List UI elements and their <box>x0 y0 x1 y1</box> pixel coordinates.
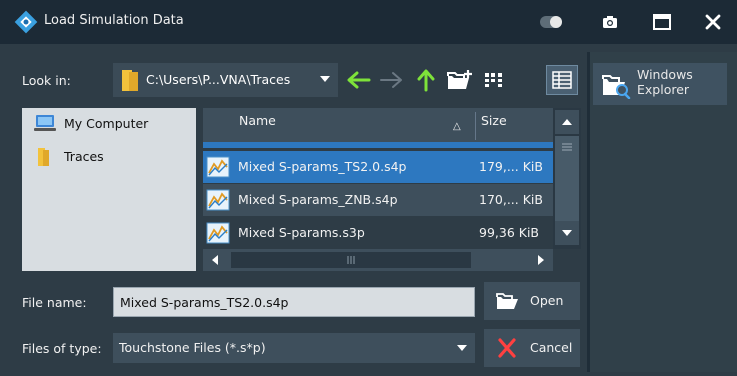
new-folder-button[interactable] <box>444 65 476 95</box>
load-simulation-data-dialog: Load Simulation Data Look in: C:\Users\P… <box>0 0 737 376</box>
file-row[interactable]: Mixed S-params_TS2.0.s4p 179,... KiB <box>203 151 553 183</box>
windows-explorer-button[interactable]: Windows Explorer <box>593 63 727 105</box>
vertical-scrollbar[interactable] <box>553 108 581 249</box>
grip-icon <box>347 256 355 264</box>
scroll-thumb[interactable] <box>555 136 579 228</box>
forward-button[interactable] <box>376 65 408 95</box>
file-name-field[interactable] <box>113 287 475 317</box>
scroll-down-button[interactable] <box>555 221 579 245</box>
column-header-name[interactable]: Name <box>239 113 276 128</box>
file-name-input[interactable] <box>114 288 474 316</box>
arrow-up-icon <box>417 69 435 92</box>
caret-up-icon <box>562 119 572 125</box>
cancel-button[interactable]: Cancel <box>484 329 580 367</box>
up-folder-button[interactable] <box>410 65 442 95</box>
horizontal-scroll-thumb[interactable] <box>231 252 471 268</box>
folder-tree: My Computer Traces <box>22 108 196 271</box>
window-title: Load Simulation Data <box>44 13 184 28</box>
file-name: Mixed S-params.s3p <box>238 225 365 240</box>
list-view-button[interactable] <box>478 65 510 95</box>
file-name: Mixed S-params_TS2.0.s4p <box>238 159 407 174</box>
explorer-label-line1: Windows <box>637 67 693 82</box>
maximize-icon[interactable] <box>648 8 676 36</box>
toggle-switch[interactable] <box>538 8 566 36</box>
scroll-corner <box>553 249 581 271</box>
files-of-type-select[interactable]: Touchstone Files (*.s*p) <box>113 333 475 363</box>
files-of-type-label: Files of type: <box>22 341 102 356</box>
look-in-path-text: C:\Users\P...VNA\Traces <box>146 72 291 87</box>
sort-ascending-icon: △ <box>453 121 461 132</box>
open-folder-icon <box>496 291 520 311</box>
open-button-label: Open <box>530 293 564 308</box>
files-of-type-value: Touchstone Files (*.s*p) <box>119 340 266 355</box>
cancel-button-label: Cancel <box>530 340 573 355</box>
column-header-size[interactable]: Size <box>481 113 507 128</box>
folder-icon <box>121 68 139 92</box>
tree-item-my-computer[interactable]: My Computer <box>34 112 148 134</box>
chevron-down-icon <box>320 76 330 82</box>
cancel-x-icon <box>496 338 520 358</box>
computer-icon <box>34 114 56 132</box>
file-size: 99,36 KiB <box>479 225 540 240</box>
file-size: 170,... KiB <box>479 192 543 207</box>
caret-right-icon <box>538 255 544 265</box>
sparameter-file-icon <box>206 189 230 211</box>
caret-down-icon <box>562 230 572 236</box>
open-button[interactable]: Open <box>484 282 580 320</box>
file-name: Mixed S-params_ZNB.s4p <box>238 192 398 207</box>
explorer-label-line2: Explorer <box>637 82 690 97</box>
folder-search-icon <box>601 71 631 100</box>
screenshot-camera-icon[interactable] <box>598 8 622 36</box>
horizontal-scrollbar[interactable] <box>203 249 553 271</box>
arrow-left-icon <box>347 71 371 89</box>
look-in-path-combo[interactable]: C:\Users\P...VNA\Traces <box>113 63 338 97</box>
column-divider[interactable] <box>475 112 476 140</box>
sparameter-file-icon <box>206 222 230 244</box>
scroll-left-button[interactable] <box>205 251 225 269</box>
chevron-down-icon <box>457 345 467 351</box>
file-row[interactable]: Mixed S-params.s3p 99,36 KiB <box>203 217 553 249</box>
detail-view-icon <box>552 71 572 89</box>
back-button[interactable] <box>342 65 374 95</box>
file-row[interactable]: Mixed S-params_ZNB.s4p 170,... KiB <box>203 184 553 216</box>
look-in-label: Look in: <box>22 73 71 88</box>
sparameter-file-icon <box>206 156 230 178</box>
tree-item-traces[interactable]: Traces <box>34 145 104 167</box>
folder-icon <box>34 147 56 166</box>
panel-divider <box>587 52 590 372</box>
tree-item-label: My Computer <box>64 115 149 131</box>
caret-left-icon <box>212 255 218 265</box>
arrow-right-icon <box>380 72 402 88</box>
scroll-right-button[interactable] <box>531 251 551 269</box>
close-icon[interactable] <box>698 8 728 36</box>
partial-row <box>203 142 553 148</box>
tree-item-label: Traces <box>64 148 104 164</box>
file-list: Name △ Size Mixed S-params_TS2.0.s4p 179… <box>203 108 581 271</box>
list-view-icon <box>485 73 502 87</box>
detail-view-button[interactable] <box>546 65 578 95</box>
app-logo-icon <box>14 10 38 34</box>
new-folder-icon <box>447 70 472 89</box>
file-name-label: File name: <box>22 295 87 310</box>
grip-icon <box>562 143 572 151</box>
title-bar: Load Simulation Data <box>0 0 737 44</box>
scroll-up-button[interactable] <box>555 110 579 134</box>
file-size: 179,... KiB <box>479 159 543 174</box>
file-list-header: Name △ Size <box>203 108 553 142</box>
